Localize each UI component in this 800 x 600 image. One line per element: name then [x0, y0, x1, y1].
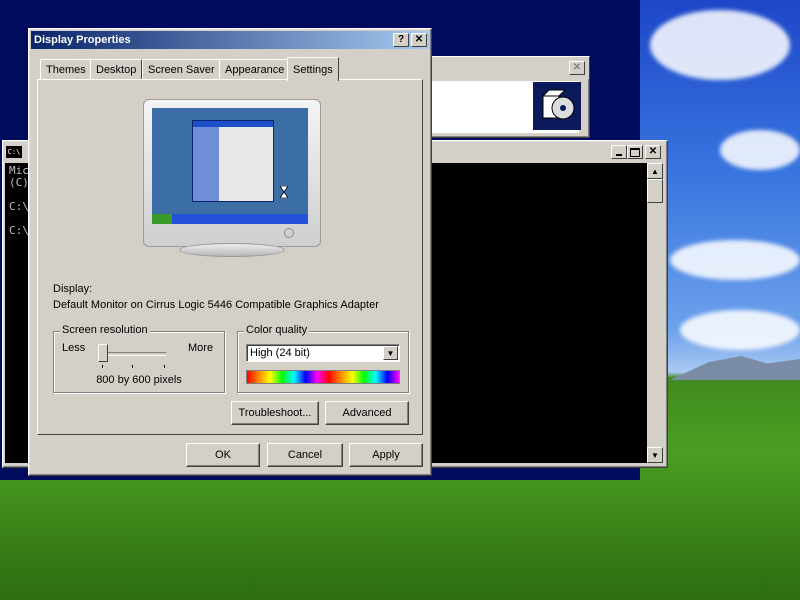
hourglass-icon [279, 185, 289, 199]
background-window-titlebar[interactable] [421, 57, 589, 79]
minimize-button[interactable] [611, 145, 627, 159]
resolution-slider-track[interactable] [100, 352, 166, 356]
color-quality-value: High (24 bit) [250, 347, 310, 359]
advanced-button[interactable]: Advanced [325, 401, 409, 425]
resolution-value: 800 by 600 pixels [96, 374, 182, 386]
setup-cd-icon [533, 82, 581, 130]
color-quality-label: Color quality [244, 324, 310, 336]
resolution-less-label: Less [62, 342, 86, 354]
scroll-up-arrow-icon[interactable]: ▲ [647, 163, 663, 179]
display-properties-dialog[interactable]: Display Properties ? ✕ Themes Desktop Sc… [28, 28, 432, 476]
slider-tick [132, 365, 133, 368]
background-window-close-button[interactable]: ✕ [569, 61, 585, 75]
monitor-preview-icon [143, 99, 321, 247]
scroll-thumb[interactable] [647, 179, 663, 203]
help-button[interactable]: ? [393, 33, 409, 47]
console-close-button[interactable]: ✕ [645, 145, 661, 159]
troubleshoot-button[interactable]: Troubleshoot... [231, 401, 319, 425]
monitor-screen [152, 108, 308, 224]
ok-button[interactable]: OK [186, 443, 260, 467]
monitor-stand [179, 243, 285, 257]
screen-resolution-group: Screen resolution Less More 800 by 600 p… [53, 324, 225, 393]
tab-appearance[interactable]: Appearance [219, 59, 291, 79]
cloud [720, 130, 800, 170]
maximize-button[interactable] [627, 145, 643, 159]
cloud [650, 10, 790, 80]
cloud [680, 310, 800, 350]
scroll-down-arrow-icon[interactable]: ▼ [647, 447, 663, 463]
background-window[interactable]: ✕ [420, 56, 590, 138]
slider-tick [164, 365, 165, 368]
display-adapter-text: Default Monitor on Cirrus Logic 5446 Com… [53, 299, 379, 311]
tab-settings[interactable]: Settings [287, 57, 339, 81]
color-quality-select[interactable]: High (24 bit) ▼ [246, 344, 400, 362]
chevron-down-icon[interactable]: ▼ [383, 346, 398, 360]
power-button-icon [284, 228, 294, 238]
dialog-close-button[interactable]: ✕ [411, 33, 427, 47]
console-app-icon: C:\ [6, 146, 22, 158]
console-scrollbar[interactable]: ▲ ▼ [647, 163, 663, 463]
tab-screen-saver[interactable]: Screen Saver [142, 59, 221, 79]
screen-resolution-label: Screen resolution [60, 324, 150, 336]
tab-desktop[interactable]: Desktop [90, 59, 143, 79]
preview-taskbar [152, 214, 308, 224]
slider-tick [102, 365, 103, 368]
cancel-button[interactable]: Cancel [267, 443, 343, 467]
tab-themes[interactable]: Themes [40, 59, 92, 79]
display-label: Display: [53, 283, 93, 295]
resolution-slider-thumb[interactable] [98, 344, 108, 362]
color-spectrum-bar [246, 370, 400, 384]
dialog-title: Display Properties [34, 34, 131, 46]
resolution-more-label: More [188, 342, 214, 354]
cloud [670, 240, 800, 280]
dialog-titlebar[interactable]: Display Properties [31, 31, 430, 49]
apply-button[interactable]: Apply [349, 443, 423, 467]
preview-window [192, 120, 274, 202]
color-quality-group: Color quality High (24 bit) ▼ [237, 324, 409, 393]
